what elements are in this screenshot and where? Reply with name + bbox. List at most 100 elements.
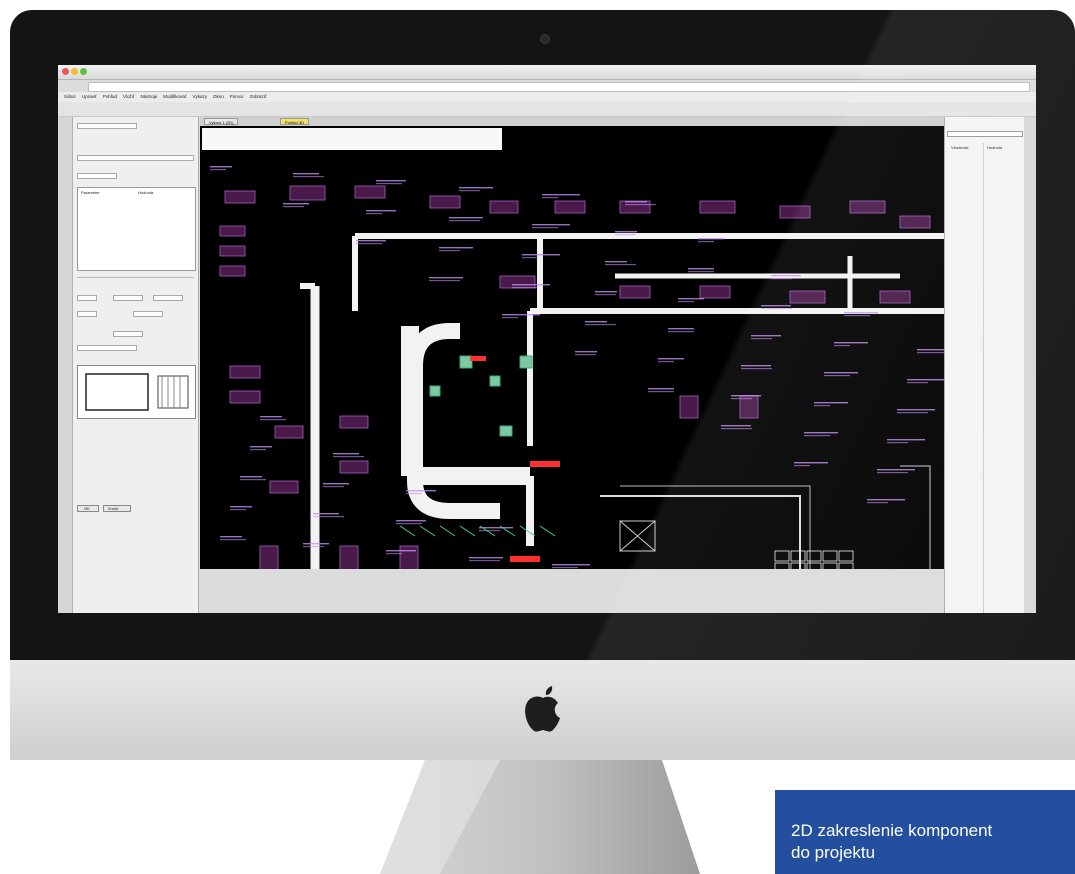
panel-field[interactable] [113, 331, 143, 337]
label-line [210, 169, 226, 171]
tab-drawing[interactable]: Výkres 1 (2D) [204, 118, 239, 125]
label-line [512, 287, 538, 289]
equipment-box [354, 185, 386, 199]
panel-checkbox[interactable] [77, 311, 97, 317]
duct-section-svg [85, 373, 189, 411]
minimize-window-icon[interactable] [71, 68, 78, 75]
label-line [429, 280, 460, 282]
equipment-box [274, 425, 304, 439]
pipe-detail [459, 525, 476, 537]
menu-item[interactable]: Pomoc [230, 92, 244, 102]
label-line [260, 416, 282, 418]
menu-item[interactable]: Vložiť [123, 92, 134, 102]
menu-item[interactable]: Okno [213, 92, 224, 102]
tab-label: Pohľad 3D [285, 120, 304, 125]
menu-item[interactable]: Upraviť [82, 92, 97, 102]
label-line [406, 493, 422, 495]
duct-elbow [407, 323, 460, 426]
label-line [522, 257, 538, 259]
caption-line-2: do projektu [791, 843, 876, 862]
label-line [210, 166, 232, 168]
label-line [542, 197, 558, 199]
equipment-box [229, 390, 261, 404]
caption-line-1: 2D zakreslenie komponent [791, 821, 993, 840]
label-line [313, 516, 344, 518]
label-line [502, 317, 518, 319]
cancel-button[interactable]: Zrušiť [103, 505, 131, 512]
panel-field[interactable] [77, 173, 117, 179]
equipment-box [219, 225, 246, 237]
duct-section-preview [77, 365, 196, 419]
label-line [303, 546, 324, 548]
label-line [240, 479, 266, 481]
pipe-detail [419, 525, 436, 537]
panel-field[interactable] [77, 345, 137, 351]
menu-item[interactable]: Zobraziť [250, 92, 267, 102]
pipe-detail [399, 525, 416, 537]
tab-3d[interactable]: Pohľad 3D [280, 118, 309, 125]
label-line [250, 449, 266, 451]
camera-icon [540, 34, 550, 44]
label-line [386, 550, 416, 552]
highlight-tag [470, 356, 486, 361]
highlight-tag [530, 461, 560, 467]
equipment-box [489, 200, 519, 214]
equipment-box [339, 545, 359, 569]
properties-panel: Parameter Hodnota OK Zrušiť [73, 117, 199, 613]
label-line [532, 227, 558, 229]
panel-checkbox[interactable] [77, 295, 97, 301]
menu-item[interactable]: Nástroje [141, 92, 158, 102]
label-line [429, 277, 463, 279]
label-line [469, 557, 503, 559]
label-line [459, 187, 493, 189]
divider [77, 277, 194, 278]
label-line [396, 520, 426, 522]
label-line [512, 284, 550, 286]
label-line [479, 530, 500, 532]
label-line [283, 203, 309, 205]
panel-checkbox[interactable] [153, 295, 183, 301]
label-line [313, 513, 339, 515]
equipment-box [224, 190, 256, 204]
label-line [522, 254, 560, 256]
caption-text: 2D zakreslenie komponent do projektu [791, 820, 1075, 864]
label-line [323, 486, 344, 488]
fitting-symbol [519, 355, 533, 369]
panel-dropdown[interactable] [77, 155, 194, 161]
label-line [406, 490, 436, 492]
menu-item[interactable]: Súbor [64, 92, 76, 102]
equipment-box [429, 195, 461, 209]
equipment-box [499, 275, 536, 289]
equipment-box [339, 415, 369, 429]
menu-item[interactable]: Výkazy [192, 92, 207, 102]
label-line [366, 213, 382, 215]
label-line [439, 250, 460, 252]
label-line [439, 247, 473, 249]
ok-button[interactable]: OK [77, 505, 99, 512]
fitting-symbol [499, 425, 513, 437]
menu-item[interactable]: Pohľad [103, 92, 117, 102]
pipe-detail [439, 525, 456, 537]
parameter-table: Parameter Hodnota [77, 187, 196, 271]
close-window-icon[interactable] [62, 68, 69, 75]
equipment-box [219, 265, 246, 277]
panel-field[interactable] [133, 311, 163, 317]
label-line [250, 446, 272, 448]
label-line [376, 180, 406, 182]
panel-checkbox[interactable] [113, 295, 143, 301]
equipment-box [289, 185, 326, 201]
label-line [366, 210, 396, 212]
label-line [283, 206, 304, 208]
menu-item[interactable]: Modifikovať [163, 92, 186, 102]
label-line [220, 536, 242, 538]
maximize-window-icon[interactable] [80, 68, 87, 75]
label-line [323, 483, 349, 485]
label-line [333, 456, 364, 458]
label-line [260, 419, 286, 421]
fitting-symbol [489, 375, 501, 387]
panel-field[interactable] [77, 123, 137, 129]
equipment-box [219, 245, 246, 257]
label-line [230, 509, 246, 511]
label-line [333, 453, 359, 455]
label-line [293, 176, 324, 178]
